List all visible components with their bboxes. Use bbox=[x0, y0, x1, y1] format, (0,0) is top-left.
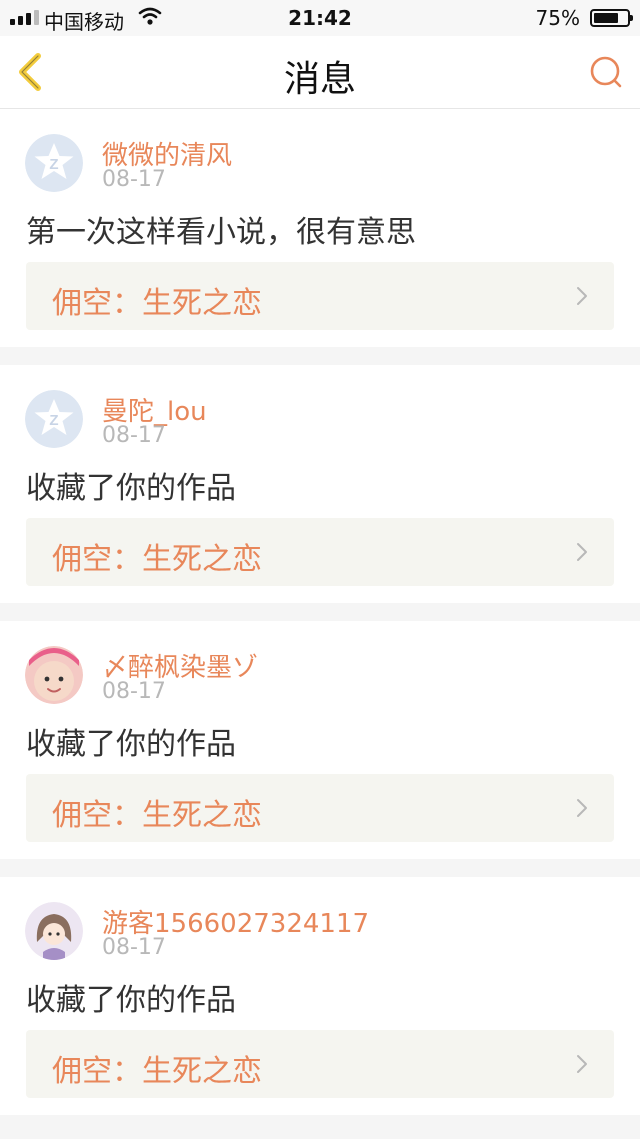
avatar[interactable]: Z bbox=[25, 134, 83, 192]
avatar[interactable]: Z bbox=[25, 390, 83, 448]
work-link[interactable]: 佣空：生死之恋 bbox=[26, 1030, 614, 1098]
battery-percent: 75% bbox=[535, 6, 580, 30]
message-text: 收藏了你的作品 bbox=[26, 983, 236, 1018]
svg-text:Z: Z bbox=[49, 156, 58, 173]
message-text: 收藏了你的作品 bbox=[26, 727, 236, 762]
chevron-right-icon bbox=[577, 1055, 587, 1073]
message-date: 08-17 bbox=[102, 167, 166, 192]
status-bar: 中国移动 21:42 75% bbox=[0, 0, 640, 36]
work-title: 佣空：生死之恋 bbox=[52, 798, 262, 833]
work-title: 佣空：生死之恋 bbox=[52, 542, 262, 577]
chevron-right-icon bbox=[577, 799, 587, 817]
message-text: 收藏了你的作品 bbox=[26, 471, 236, 506]
chevron-right-icon bbox=[577, 543, 587, 561]
nav-bar: 消息 bbox=[0, 36, 640, 109]
message-card: 游客1566027324117 08-17 收藏了你的作品 佣空：生死之恋 bbox=[0, 877, 640, 1115]
message-date: 08-17 bbox=[102, 423, 166, 448]
search-icon[interactable] bbox=[588, 54, 624, 90]
work-title: 佣空：生死之恋 bbox=[52, 1054, 262, 1089]
svg-text:Z: Z bbox=[49, 412, 58, 429]
message-list: Z 微微的清风 08-17 第一次这样看小说，很有意思 佣空：生死之恋 Z 曼陀… bbox=[0, 109, 640, 1133]
work-link[interactable]: 佣空：生死之恋 bbox=[26, 518, 614, 586]
work-title: 佣空：生死之恋 bbox=[52, 286, 262, 321]
work-link[interactable]: 佣空：生死之恋 bbox=[26, 774, 614, 842]
work-link[interactable]: 佣空：生死之恋 bbox=[26, 262, 614, 330]
avatar[interactable] bbox=[25, 902, 83, 960]
battery-icon bbox=[590, 9, 633, 27]
message-card: Z 微微的清风 08-17 第一次这样看小说，很有意思 佣空：生死之恋 bbox=[0, 109, 640, 347]
message-card: Z 曼陀_lou 08-17 收藏了你的作品 佣空：生死之恋 bbox=[0, 365, 640, 603]
chevron-right-icon bbox=[577, 287, 587, 305]
avatar[interactable] bbox=[25, 646, 83, 704]
message-date: 08-17 bbox=[102, 679, 166, 704]
message-text: 第一次这样看小说，很有意思 bbox=[26, 215, 416, 250]
page-title: 消息 bbox=[283, 59, 356, 100]
message-date: 08-17 bbox=[102, 935, 166, 960]
message-card: 〆醉枫染墨ゾ 08-17 收藏了你的作品 佣空：生死之恋 bbox=[0, 621, 640, 859]
